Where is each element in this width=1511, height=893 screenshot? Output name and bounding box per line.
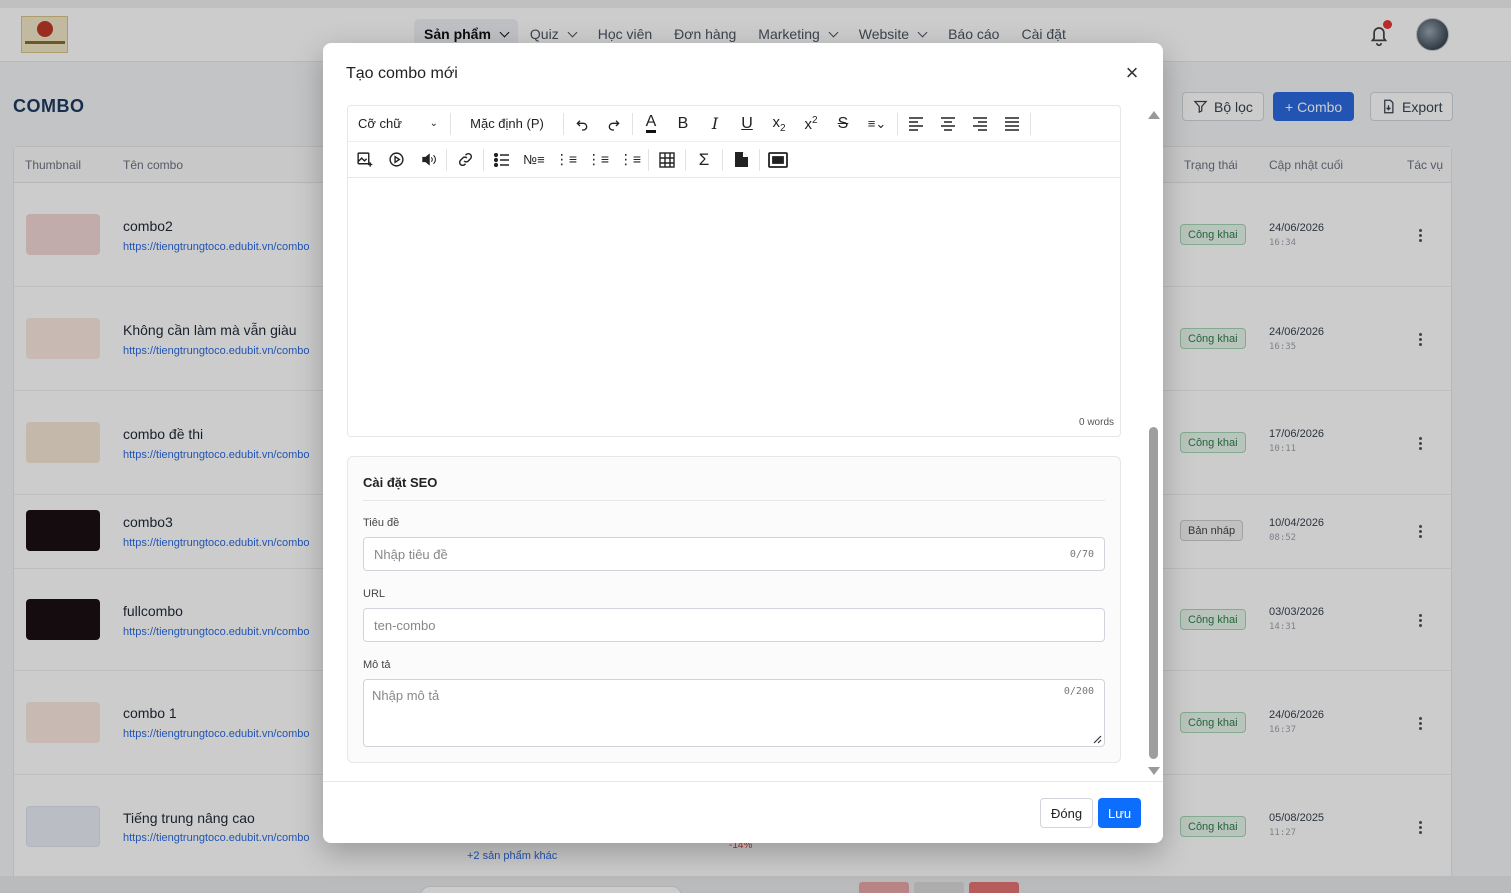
insert-video-icon[interactable]	[380, 145, 412, 175]
resize-handle-icon[interactable]	[1093, 735, 1102, 744]
scroll-down-arrow-icon[interactable]	[1148, 767, 1160, 775]
save-button[interactable]: Lưu	[1098, 798, 1142, 828]
align-right-icon[interactable]	[964, 109, 996, 139]
scroll-up-arrow-icon[interactable]	[1148, 111, 1160, 119]
math-sigma-icon[interactable]: Σ	[688, 145, 720, 175]
bold-icon[interactable]: B	[667, 109, 699, 139]
insert-image-icon[interactable]	[348, 145, 380, 175]
align-left-icon[interactable]	[900, 109, 932, 139]
italic-icon[interactable]: I	[699, 109, 731, 139]
bullet-list-icon[interactable]	[486, 145, 518, 175]
embed-icon[interactable]	[762, 145, 794, 175]
chevron-down-icon: ⌄	[429, 118, 438, 129]
undo-icon[interactable]	[566, 109, 598, 139]
modal-footer: Đóng Lưu	[323, 781, 1163, 843]
list-add-icon[interactable]: ⋮≡	[550, 145, 582, 175]
seo-title-input[interactable]: Nhập tiêu đề 0/70	[363, 537, 1105, 571]
title-char-counter: 0/70	[1069, 548, 1094, 560]
link-icon[interactable]	[449, 145, 481, 175]
strikethrough-icon[interactable]: S	[827, 109, 859, 139]
text-color-icon[interactable]: A	[635, 109, 667, 139]
subscript-icon[interactable]: x2	[763, 109, 795, 139]
close-icon[interactable]: ×	[1123, 62, 1141, 84]
font-size-select[interactable]: Cỡ chữ ⌄	[348, 109, 448, 139]
seo-url-input[interactable]: ten-combo	[363, 608, 1105, 642]
seo-settings-card: Cài đặt SEO Tiêu đề Nhập tiêu đề 0/70 UR…	[347, 456, 1121, 763]
underline-icon[interactable]: U	[731, 109, 763, 139]
numbered-list-icon[interactable]: №≡	[518, 145, 550, 175]
scrollbar-thumb[interactable]	[1149, 427, 1158, 759]
align-justify-icon[interactable]	[996, 109, 1028, 139]
redo-icon[interactable]	[598, 109, 630, 139]
word-count: 0 words	[1078, 417, 1114, 428]
seo-description-label: Mô tả	[363, 659, 391, 671]
rich-text-editor: Cỡ chữ ⌄ Mặc định (P) A B I U x2 x2 S ≡⌄	[347, 105, 1121, 437]
editor-toolbar-row-2: №≡ ⋮≡ ⋮≡ ⋮≡ Σ	[348, 142, 1120, 178]
line-height-icon[interactable]: ≡⌄	[859, 109, 895, 139]
list-remove-icon[interactable]: ⋮≡	[614, 145, 646, 175]
align-center-icon[interactable]	[932, 109, 964, 139]
superscript-icon[interactable]: x2	[795, 109, 827, 139]
seo-title-label: Tiêu đề	[363, 517, 400, 529]
paragraph-format-select[interactable]: Mặc định (P)	[453, 109, 561, 139]
insert-audio-icon[interactable]	[412, 145, 444, 175]
modal-scrollbar[interactable]	[1147, 111, 1160, 781]
create-combo-modal: Tạo combo mới × Cỡ chữ ⌄ Mặc định (P) A …	[323, 43, 1163, 843]
modal-title: Tạo combo mới	[346, 65, 458, 82]
seo-description-textarea[interactable]: Nhập mô tả 0/200	[363, 679, 1105, 747]
seo-section-title: Cài đặt SEO	[363, 475, 438, 490]
editor-toolbar-row-1: Cỡ chữ ⌄ Mặc định (P) A B I U x2 x2 S ≡⌄	[348, 106, 1120, 142]
indent-list-icon[interactable]: ⋮≡	[582, 145, 614, 175]
table-icon[interactable]	[651, 145, 683, 175]
seo-url-label: URL	[363, 588, 386, 600]
description-char-counter: 0/200	[1063, 686, 1094, 697]
close-button[interactable]: Đóng	[1040, 798, 1094, 828]
insert-file-icon[interactable]	[725, 145, 757, 175]
